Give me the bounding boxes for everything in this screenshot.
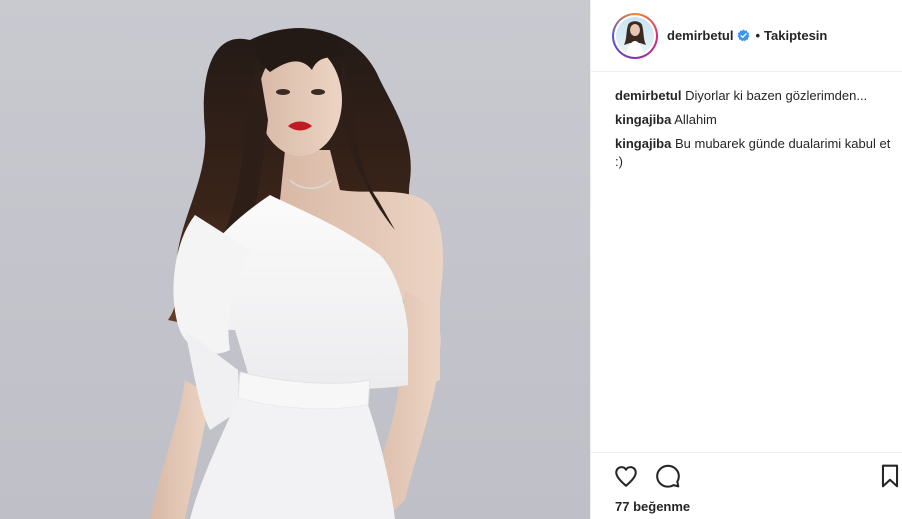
- comment-item: kingajiba Bu mubarek günde dualarimi kab…: [615, 135, 897, 171]
- likes-count[interactable]: 77 beğenme: [615, 499, 690, 514]
- bookmark-icon: [881, 464, 899, 488]
- separator-dot: •: [755, 28, 761, 43]
- comment-icon: [656, 464, 680, 488]
- comment-username[interactable]: kingajiba: [615, 136, 671, 151]
- avatar-photo-icon: [624, 20, 646, 55]
- post-side-panel: demirbetul • Takiptesin demirbetul Diyor…: [590, 0, 902, 519]
- save-button[interactable]: [877, 463, 902, 489]
- comment-text: Allahim: [674, 112, 717, 127]
- follow-status-button[interactable]: Takiptesin: [764, 28, 827, 43]
- portrait-photo: [150, 28, 443, 519]
- comment-item: kingajiba Allahim: [615, 111, 897, 129]
- likes-number: 77: [615, 499, 630, 514]
- avatar[interactable]: [612, 12, 658, 59]
- comment-item: demirbetul Diyorlar ki bazen gözlerimden…: [615, 87, 897, 105]
- comment-text: Diyorlar ki bazen gözlerimden...: [685, 88, 868, 103]
- comment-list: demirbetul Diyorlar ki bazen gözlerimden…: [615, 87, 897, 177]
- post-header: demirbetul • Takiptesin: [591, 0, 902, 72]
- verified-badge-icon: [737, 29, 750, 42]
- heart-icon: [615, 466, 637, 487]
- comment-button[interactable]: [655, 463, 681, 489]
- post-actions-bar: 77 beğenme: [591, 452, 902, 519]
- likes-label: beğenme: [633, 499, 691, 514]
- comment-username[interactable]: kingajiba: [615, 112, 671, 127]
- author-username[interactable]: demirbetul: [667, 28, 733, 43]
- like-button[interactable]: [613, 463, 639, 489]
- comment-username[interactable]: demirbetul: [615, 88, 681, 103]
- post-photo[interactable]: [0, 0, 590, 519]
